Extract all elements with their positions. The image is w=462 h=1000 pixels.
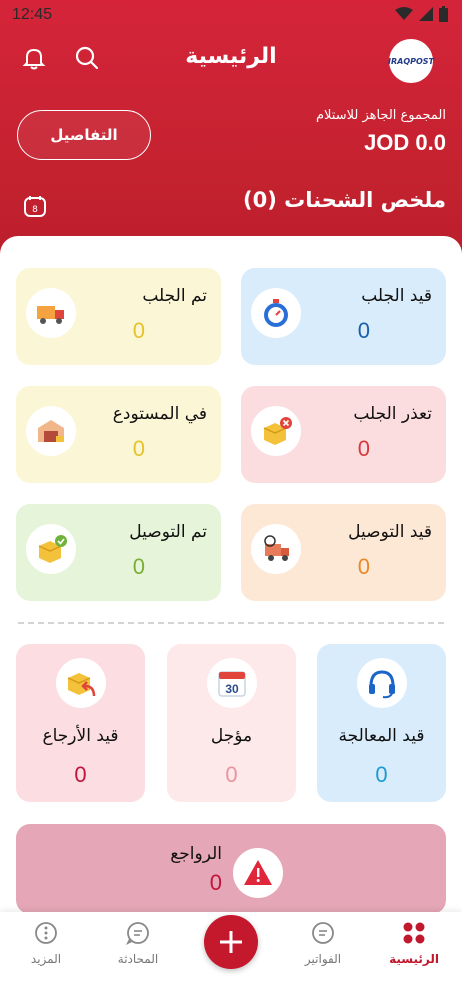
card-pickup-failed[interactable]: تعذر الجلب 0 [241, 386, 446, 483]
card-label: في المستودع [112, 404, 207, 424]
status-bar: 12:45 [0, 0, 462, 30]
tile-label: قيد المعالجة [338, 726, 425, 746]
signal-icon [419, 7, 433, 21]
card-label: قيد الجلب [361, 286, 432, 306]
chat-icon [125, 920, 151, 946]
tile-count: 0 [225, 762, 238, 787]
nav-more[interactable]: المزيد [6, 920, 86, 966]
nav-label: المزيد [30, 952, 62, 966]
ready-total-amount: JOD 0.0 [364, 130, 446, 155]
card-label: قيد التوصيل [348, 522, 432, 542]
tile-count: 0 [74, 762, 87, 787]
card-label: تعذر الجلب [353, 404, 432, 424]
add-shipment-button[interactable] [204, 915, 258, 969]
calendar-filter-icon[interactable]: 8 [23, 194, 47, 218]
invoice-icon [310, 920, 336, 946]
box-cancel-icon [251, 406, 301, 456]
nav-chat[interactable]: المحادثة [98, 920, 178, 966]
card-label: تم الجلب [142, 286, 207, 306]
status-time: 12:45 [12, 6, 53, 23]
details-button[interactable]: التفاصيل [17, 110, 151, 160]
card-label: تم التوصيل [129, 522, 207, 542]
delivery-van-icon [251, 524, 301, 574]
tile-label: مؤجل [210, 726, 253, 746]
page-title: الرئيسية [185, 44, 277, 69]
card-delivered[interactable]: تم التوصيل 0 [16, 504, 221, 601]
card-in-warehouse[interactable]: في المستودع 0 [16, 386, 221, 483]
card-count: 0 [132, 436, 145, 461]
box-return-icon [56, 658, 106, 708]
more-icon [33, 920, 59, 946]
returns-label: الرواجع [170, 844, 222, 864]
card-pending-pickup[interactable]: قيد الجلب 0 [241, 268, 446, 365]
warehouse-icon [26, 406, 76, 456]
search-icon[interactable] [74, 45, 100, 71]
calendar-day-number: 30 [225, 682, 239, 696]
tile-label: قيد الأرجاع [42, 726, 119, 746]
headset-icon [357, 658, 407, 708]
shipments-summary-title: ملخص الشحنات (0) [243, 188, 446, 212]
wifi-icon [395, 7, 413, 20]
nav-label: المحادثة [117, 952, 159, 966]
grid-icon [401, 920, 427, 946]
truck-icon [26, 288, 76, 338]
card-picked-up[interactable]: تم الجلب 0 [16, 268, 221, 365]
nav-invoices[interactable]: الفواتير [283, 920, 363, 966]
stopwatch-icon [251, 288, 301, 338]
card-count: 0 [357, 318, 370, 343]
section-divider [18, 622, 444, 624]
card-out-for-delivery[interactable]: قيد التوصيل 0 [241, 504, 446, 601]
card-count: 0 [132, 318, 145, 343]
tile-processing[interactable]: قيد المعالجة 0 [317, 644, 446, 802]
tile-returning[interactable]: قيد الأرجاع 0 [16, 644, 145, 802]
tile-count: 0 [375, 762, 388, 787]
returns-count: 0 [209, 870, 222, 895]
nav-label: الرئيسية [389, 952, 439, 966]
card-count: 0 [132, 554, 145, 579]
battery-icon [439, 6, 448, 22]
warning-icon [233, 848, 283, 898]
calendar-30-icon: 30 [207, 658, 257, 708]
box-check-icon [26, 524, 76, 574]
card-count: 0 [357, 554, 370, 579]
status-icons [395, 6, 448, 22]
nav-home[interactable]: الرئيسية [374, 920, 454, 966]
ready-total-label: المجموع الجاهز للاستلام [315, 108, 446, 123]
card-count: 0 [357, 436, 370, 461]
tile-postponed[interactable]: 30 مؤجل 0 [167, 644, 296, 802]
bell-icon[interactable] [21, 45, 47, 71]
nav-label: الفواتير [304, 952, 342, 966]
calendar-badge-number: 8 [32, 205, 38, 215]
plus-icon [220, 931, 242, 953]
card-returns[interactable]: الرواجع 0 [16, 824, 446, 914]
